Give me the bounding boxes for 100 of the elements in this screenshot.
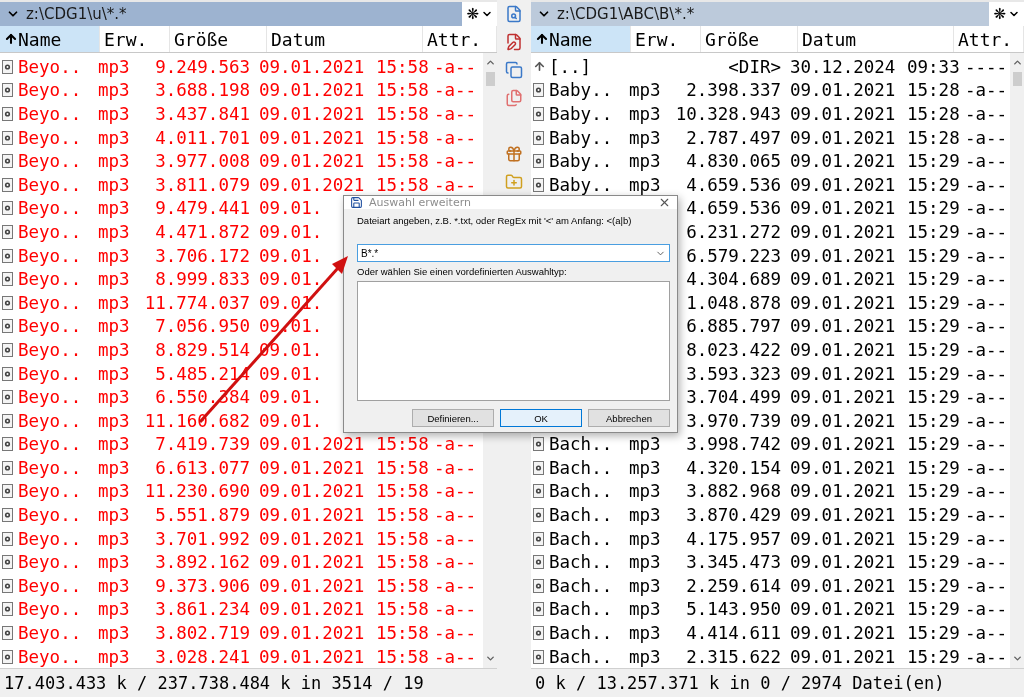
file-date: 09.01. <box>259 221 323 242</box>
file-name: Beyo.. <box>18 339 82 360</box>
file-time: 15:29 <box>907 363 960 384</box>
file-extension: mp3 <box>98 552 130 573</box>
status-text: 17.403.433 k / 237.738.484 k in 3514 / 19 <box>4 673 424 693</box>
file-attributes: -a-- <box>965 316 1008 337</box>
file-size: 3.345.473 <box>686 552 781 573</box>
file-time: 15:58 <box>376 434 429 455</box>
file-date: 09.01.2021 <box>259 151 365 172</box>
file-extension: mp3 <box>629 80 661 101</box>
file-date: 09.01.2021 <box>259 646 365 667</box>
file-name: Beyo.. <box>18 174 82 195</box>
file-time: 15:29 <box>907 623 960 644</box>
file-time: 15:29 <box>907 481 960 502</box>
file-extension: mp3 <box>98 80 130 101</box>
file-extension: mp3 <box>98 623 130 644</box>
file-name: Beyo.. <box>18 387 82 408</box>
file-size: 11.160.682 <box>144 410 250 431</box>
file-attributes: -a-- <box>434 127 477 148</box>
file-size: 3.028.241 <box>155 646 250 667</box>
file-attributes: -a-- <box>965 104 1008 124</box>
file-attributes: -a-- <box>965 292 1008 313</box>
file-extension: mp3 <box>98 410 130 431</box>
file-attributes: -a-- <box>434 481 477 502</box>
file-date: 09.01. <box>259 245 323 266</box>
file-name: Bach.. <box>549 646 613 667</box>
file-name: Beyo.. <box>18 245 82 266</box>
file-name: Bach.. <box>549 457 613 478</box>
file-name: Beyo.. <box>18 528 82 549</box>
file-size: 6.231.272 <box>686 221 781 242</box>
file-time: 15:58 <box>376 151 429 172</box>
file-extension: mp3 <box>629 599 661 620</box>
file-date: 09.01.2021 <box>790 151 896 172</box>
file-extension: mp3 <box>98 198 130 219</box>
path-text: z:\CDG1\u\*.* <box>26 5 128 23</box>
file-name: Beyo.. <box>18 316 82 337</box>
file-size: 5.551.879 <box>155 505 250 526</box>
file-extension: mp3 <box>98 575 130 596</box>
file-date: 09.01.2021 <box>790 80 896 101</box>
file-name: Beyo.. <box>18 221 82 242</box>
file-extension: mp3 <box>98 127 130 148</box>
file-time: 15:58 <box>376 127 429 148</box>
file-extension: mp3 <box>98 363 130 384</box>
file-name: Bach.. <box>549 575 613 596</box>
file-attributes: -a-- <box>434 599 477 620</box>
file-extension: mp3 <box>98 151 130 172</box>
file-attributes: -a-- <box>965 221 1008 242</box>
file-extension: mp3 <box>98 599 130 620</box>
file-attributes: -a-- <box>965 646 1008 667</box>
file-time: 15:58 <box>376 505 429 526</box>
file-size: 6.885.797 <box>686 316 781 337</box>
file-time: 15:29 <box>907 552 960 573</box>
file-name: Baby.. <box>549 80 613 101</box>
file-extension: mp3 <box>629 127 661 148</box>
file-time: 15:58 <box>376 646 429 667</box>
status-text: 0 k / 13.257.371 k in 0 / 2974 Datei(en) <box>535 673 945 693</box>
file-date: 09.01.2021 <box>790 599 896 620</box>
file-extension: mp3 <box>98 434 130 455</box>
file-name: Beyo.. <box>18 198 82 219</box>
file-size: 3.977.008 <box>155 151 250 172</box>
file-size: 4.471.872 <box>155 221 250 242</box>
file-name: Beyo.. <box>18 410 82 431</box>
file-extension: mp3 <box>98 104 130 124</box>
file-date: 09.01.2021 <box>790 481 896 502</box>
file-time: 15:58 <box>376 457 429 478</box>
file-date: 09.01.2021 <box>259 80 365 101</box>
file-name: Baby.. <box>549 151 613 172</box>
file-size: 3.811.079 <box>155 174 250 195</box>
file-extension: mp3 <box>98 245 130 266</box>
file-attributes: -a-- <box>965 434 1008 455</box>
file-attributes: -a-- <box>434 174 477 195</box>
file-extension: mp3 <box>629 646 661 667</box>
file-time: 15:29 <box>907 221 960 242</box>
file-date: 09.01.2021 <box>259 528 365 549</box>
file-date: 09.01.2021 <box>790 292 896 313</box>
file-name: Beyo.. <box>18 599 82 620</box>
file-name: Beyo.. <box>18 104 82 124</box>
file-name: Beyo.. <box>18 151 82 172</box>
file-size: 10.328.943 <box>675 104 781 124</box>
file-attributes: -a-- <box>965 623 1008 644</box>
file-time: 15:29 <box>907 434 960 455</box>
file-name: Beyo.. <box>18 56 82 77</box>
file-date: 09.01.2021 <box>259 174 365 195</box>
file-time: 15:58 <box>376 575 429 596</box>
file-size: 3.688.198 <box>155 80 250 101</box>
file-date: 09.01.2021 <box>790 316 896 337</box>
file-size: 6.613.077 <box>155 457 250 478</box>
file-time: 15:29 <box>907 387 960 408</box>
file-extension: mp3 <box>629 528 661 549</box>
file-attributes: -a-- <box>434 623 477 644</box>
file-date: 09.01.2021 <box>259 481 365 502</box>
file-extension: mp3 <box>629 104 661 124</box>
file-date: 09.01. <box>259 410 323 431</box>
file-size: 3.861.234 <box>155 599 250 620</box>
file-time: 15:29 <box>907 339 960 360</box>
file-size: 4.414.611 <box>686 623 781 644</box>
file-time: 15:28 <box>907 127 960 148</box>
file-extension: mp3 <box>98 269 130 290</box>
file-time: 15:29 <box>907 292 960 313</box>
file-name: Bach.. <box>549 623 613 644</box>
